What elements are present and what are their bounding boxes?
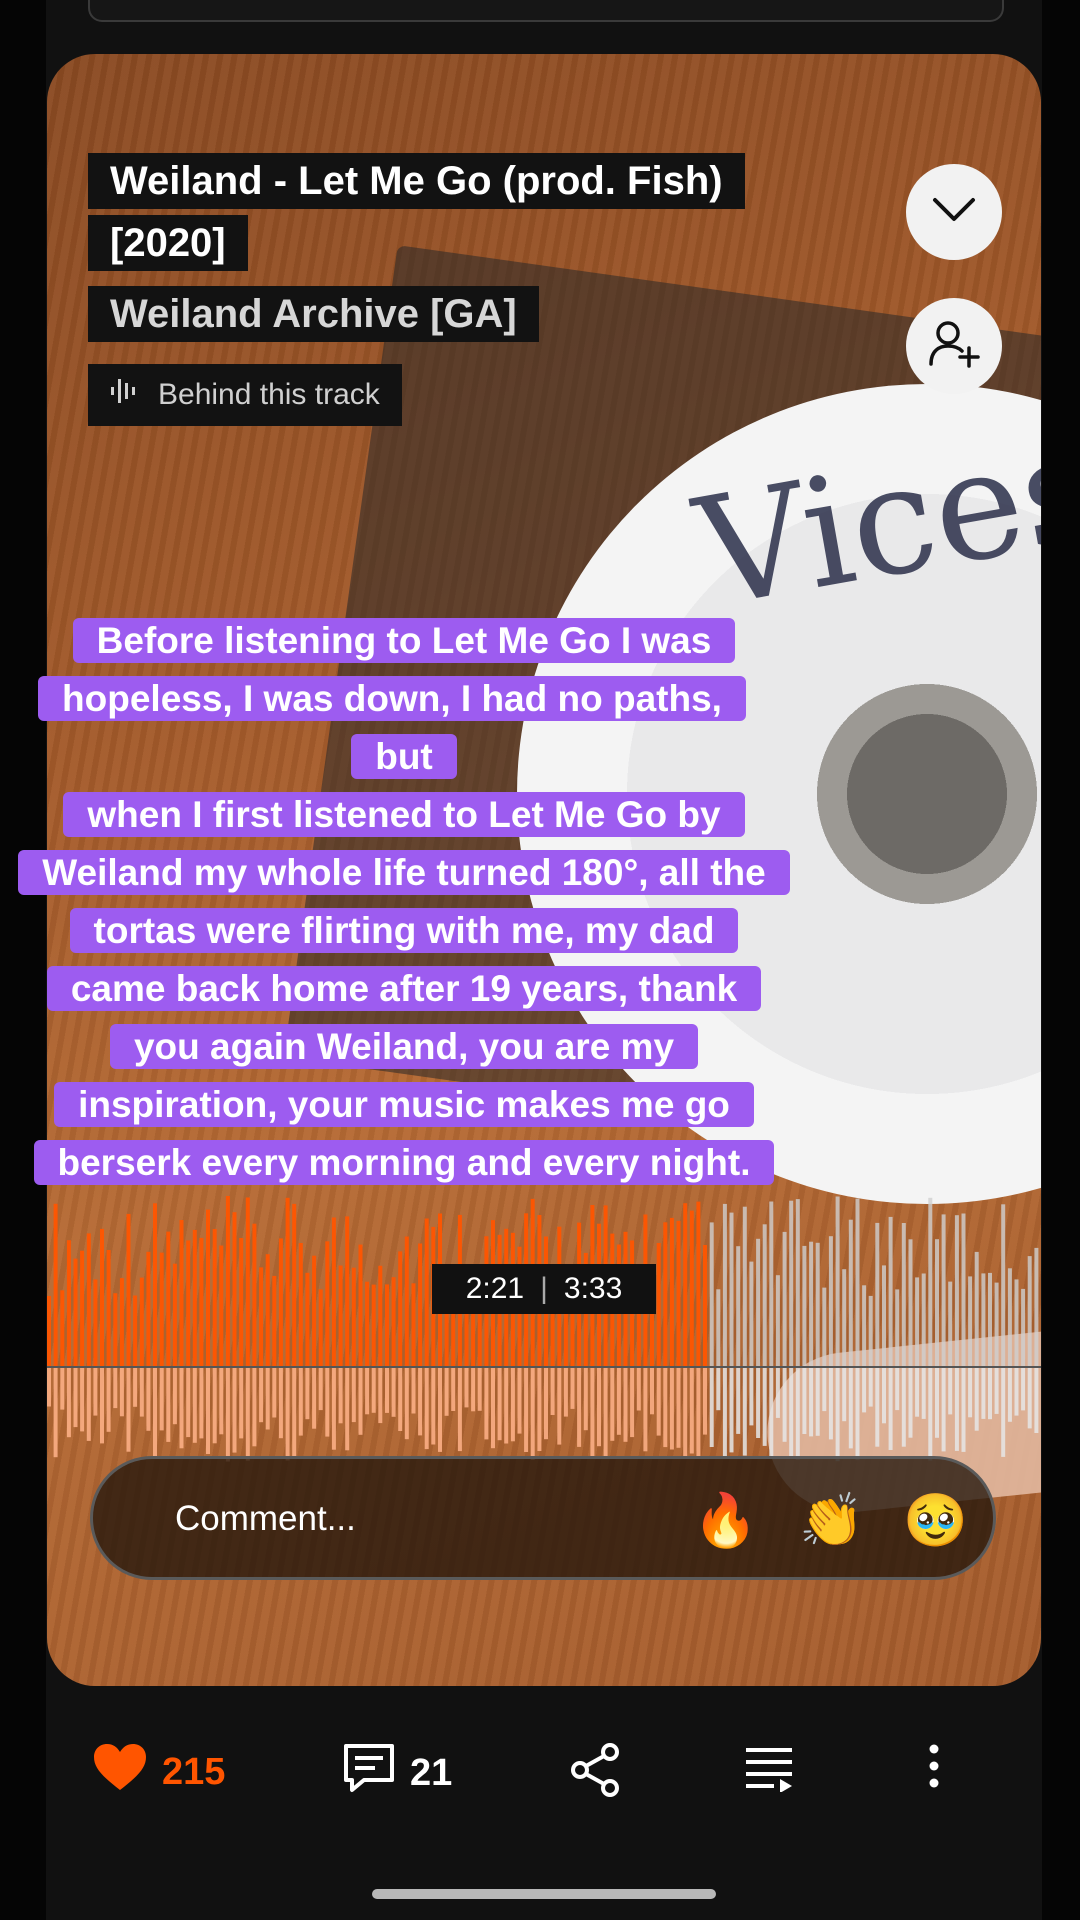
waveform-icon: [110, 377, 140, 413]
caption-line: you again Weiland, you are my: [109, 1024, 699, 1069]
share-button[interactable]: [568, 1742, 622, 1808]
teary-face-reaction-button[interactable]: 🥹: [903, 1491, 968, 1551]
caption-line: berserk every morning and every night.: [33, 1140, 775, 1185]
waveform[interactable]: [47, 1194, 1041, 1474]
behind-this-track-label: Behind this track: [158, 378, 380, 411]
comment-input[interactable]: Comment... 🔥 👏 🥹: [90, 1456, 996, 1580]
previous-card-edge: [88, 0, 1004, 22]
share-icon: [568, 1742, 622, 1808]
artist-name[interactable]: Weiland Archive [GA]: [88, 283, 539, 345]
caption-overlay: Before listening to Let Me Go I was hope…: [18, 612, 790, 1192]
more-options-button[interactable]: [928, 1744, 940, 1798]
heart-icon: [92, 1742, 148, 1802]
queue-button[interactable]: [744, 1746, 794, 1802]
clap-reaction-button[interactable]: 👏: [799, 1491, 864, 1551]
track-title-text[interactable]: Weiland - Let Me Go (prod. Fish) [2020]: [88, 153, 745, 271]
track-title[interactable]: Weiland - Let Me Go (prod. Fish) [2020]: [88, 150, 808, 274]
time-indicator: 2:21 | 3:33: [432, 1264, 656, 1314]
artist-name-text[interactable]: Weiland Archive [GA]: [88, 286, 539, 342]
comment-count: 21: [410, 1751, 453, 1794]
fire-reaction-button[interactable]: 🔥: [693, 1491, 758, 1551]
like-count: 215: [162, 1750, 226, 1793]
caption-line: Before listening to Let Me Go I was: [72, 618, 736, 663]
behind-this-track-button[interactable]: Behind this track: [88, 364, 402, 426]
comments-button[interactable]: 21: [342, 1742, 452, 1804]
add-user-icon: [928, 320, 980, 373]
queue-icon: [744, 1746, 794, 1802]
caption-line: hopeless, I was down, I had no paths, bu…: [38, 676, 746, 779]
follow-artist-button[interactable]: [906, 298, 1002, 394]
comment-placeholder: Comment...: [175, 1499, 356, 1538]
duration: 3:33: [563, 1272, 623, 1305]
collapse-button[interactable]: [906, 164, 1002, 260]
caption-line: tortas were flirting with me, my dad: [69, 908, 739, 953]
caption-line: Weiland my whole life turned 180°, all t…: [18, 850, 790, 895]
screen-edge-right: [1042, 0, 1080, 1920]
caption-line: came back home after 19 years, thank: [46, 966, 762, 1011]
chevron-down-icon: [932, 197, 976, 228]
time-separator: |: [540, 1272, 548, 1305]
action-bar: 215 21: [0, 1730, 1080, 1810]
comment-icon: [342, 1742, 396, 1804]
like-button[interactable]: 215: [92, 1742, 225, 1802]
caption-line: inspiration, your music makes me go: [54, 1082, 754, 1127]
current-time: 2:21: [465, 1272, 525, 1305]
caption-line: when I first listened to Let Me Go by: [63, 792, 745, 837]
home-indicator[interactable]: [372, 1889, 716, 1899]
more-icon: [928, 1744, 940, 1798]
